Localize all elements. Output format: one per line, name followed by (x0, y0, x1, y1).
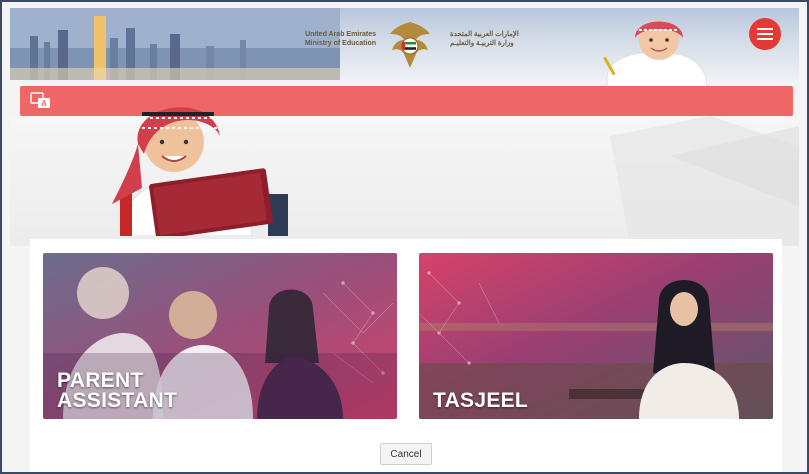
svg-text:A: A (41, 99, 47, 108)
tasjeel-label: TASJEEL (433, 389, 529, 412)
ministry-name-ar: الإمارات العربية المتحدة وزارة التربيـة … (450, 31, 519, 47)
cancel-button[interactable]: Cancel (380, 443, 432, 465)
parent-assistant-card[interactable]: PARENT ASSISTANT (43, 253, 397, 419)
app-window: United Arab Emirates Ministry of Educati… (0, 0, 809, 474)
parent-assistant-label: PARENT ASSISTANT (57, 369, 178, 412)
service-selection-panel: PARENT ASSISTANT TASJEEL Cancel (30, 239, 782, 472)
uae-emblem-icon (390, 22, 430, 68)
ministry-name-en: United Arab Emirates Ministry of Educati… (304, 31, 376, 47)
language-toggle-icon[interactable]: A (30, 92, 52, 110)
tasjeel-card[interactable]: TASJEEL (419, 253, 773, 419)
student-with-book-image (112, 107, 288, 236)
